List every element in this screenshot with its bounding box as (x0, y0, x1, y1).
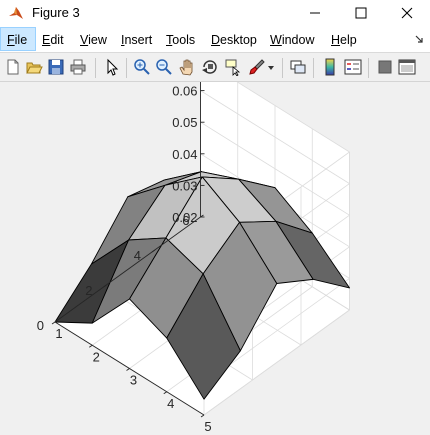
minimize-icon (310, 12, 320, 14)
z-tick-label: 0.02 (172, 210, 197, 225)
show-plot-tools-icon[interactable] (398, 58, 416, 76)
window-title: Figure 3 (32, 5, 80, 20)
figure-toolbar (0, 52, 430, 82)
close-button[interactable] (384, 0, 430, 26)
menu-help[interactable]: Help (331, 33, 357, 47)
save-icon[interactable] (47, 58, 65, 76)
menu-insert[interactable]: Insert (121, 33, 152, 47)
menu-desktop[interactable]: Desktop (211, 33, 257, 47)
menu-bar: File Edit View Insert Tools Desktop Wind… (0, 26, 430, 52)
x-tick-mark (200, 414, 205, 418)
y-tick-label: 0 (37, 318, 44, 333)
y-tick-label: 2 (85, 283, 92, 298)
close-icon (401, 7, 413, 19)
menu-file[interactable]: File (7, 33, 27, 47)
new-figure-icon[interactable] (4, 58, 22, 76)
maximize-icon (355, 7, 367, 19)
x-tick-mark (51, 321, 56, 325)
title-bar: Figure 3 (0, 0, 430, 26)
open-file-icon[interactable] (25, 58, 43, 76)
surface-plot-axes[interactable]: 1234502460.020.030.040.050.060.07 (0, 82, 430, 435)
rotate-3d-icon[interactable] (201, 58, 219, 76)
insert-colorbar-icon[interactable] (321, 58, 339, 76)
menu-edit[interactable]: Edit (42, 33, 64, 47)
pan-hand-icon[interactable] (178, 58, 196, 76)
z-tick-label: 0.04 (172, 147, 197, 162)
menu-window[interactable]: Window (270, 33, 314, 47)
print-icon[interactable] (69, 58, 87, 76)
x-tick-mark (126, 368, 130, 371)
x-tick-label: 2 (93, 349, 100, 364)
toolbar-separator (126, 58, 127, 78)
dock-arrow-icon[interactable] (414, 34, 424, 44)
brush-icon[interactable] (248, 58, 266, 76)
z-tick-label: 0.03 (172, 178, 197, 193)
menu-view[interactable]: View (80, 33, 107, 47)
toolbar-separator (282, 58, 283, 78)
toolbar-separator (368, 58, 369, 78)
x-tick-label: 5 (204, 419, 211, 434)
menu-tools[interactable]: Tools (166, 33, 195, 47)
x-tick-mark (163, 391, 167, 395)
zoom-in-icon[interactable] (133, 58, 151, 76)
toolbar-separator (95, 58, 96, 78)
zoom-out-icon[interactable] (155, 58, 173, 76)
link-plot-icon[interactable] (289, 58, 307, 76)
x-tick-mark (89, 344, 93, 348)
x-tick-label: 3 (130, 373, 137, 388)
data-cursor-icon[interactable] (224, 58, 242, 76)
y-tick-label: 4 (134, 248, 141, 263)
minimize-button[interactable] (292, 0, 338, 26)
edit-plot-arrow-icon[interactable] (103, 58, 121, 76)
hide-plot-tools-icon[interactable] (376, 58, 394, 76)
x-tick-label: 1 (55, 326, 62, 341)
z-tick-label: 0.05 (172, 115, 197, 130)
x-tick-label: 4 (167, 396, 174, 411)
matlab-logo-icon (9, 7, 23, 19)
maximize-button[interactable] (338, 0, 384, 26)
insert-legend-icon[interactable] (344, 58, 362, 76)
brush-dropdown-icon[interactable] (266, 58, 276, 76)
toolbar-separator (313, 58, 314, 78)
z-tick-label: 0.06 (172, 84, 197, 99)
